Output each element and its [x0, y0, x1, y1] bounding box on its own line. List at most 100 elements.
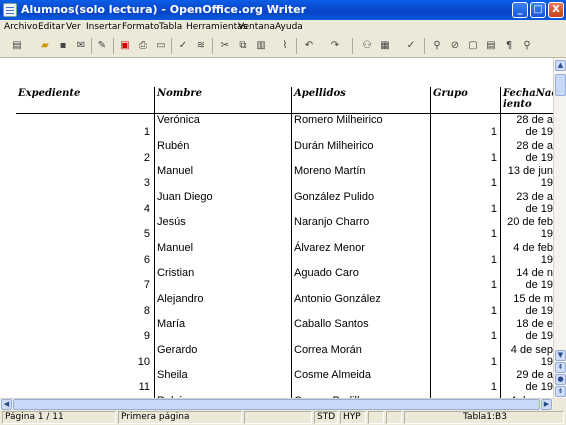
cell-expediente[interactable]: 5	[130, 228, 150, 241]
edit-doc-icon[interactable]: ✎	[95, 39, 109, 53]
cell-fecha-line2[interactable]: de 19	[505, 126, 553, 139]
cell-grupo[interactable]: 1	[477, 330, 497, 343]
scroll-right-button[interactable]: ▶	[541, 399, 552, 410]
cell-apellidos[interactable]: Durán Milheirico	[294, 140, 373, 153]
print-icon[interactable]: ⎙	[136, 39, 150, 53]
cell-expediente[interactable]: 7	[130, 279, 150, 292]
cell-nombre[interactable]: Manuel	[157, 242, 193, 255]
writer-app-icon[interactable]	[3, 3, 17, 17]
cell-apellidos[interactable]: Cosme Almeida	[294, 369, 371, 382]
document-area[interactable]: Expediente Nombre Apellidos Grupo FechaN…	[0, 58, 553, 398]
cell-fecha-line2[interactable]: de 19	[505, 152, 553, 165]
undo-icon[interactable]: ↶	[302, 39, 316, 53]
cell-grupo[interactable]: 1	[477, 228, 497, 241]
cell-grupo[interactable]: 1	[477, 152, 497, 165]
paste-icon[interactable]: ▥	[254, 39, 268, 53]
cell-grupo[interactable]: 1	[477, 203, 497, 216]
cell-nombre[interactable]: Manuel	[157, 165, 193, 178]
status-page[interactable]: Página 1 / 11	[2, 411, 116, 424]
cell-apellidos[interactable]: Álvarez Menor	[294, 242, 365, 255]
next-page-button[interactable]: ⇟	[555, 386, 566, 397]
gallery-icon[interactable]: ▢	[466, 39, 480, 53]
table-icon[interactable]: ▦	[378, 39, 392, 53]
datasource-icon[interactable]: ▤	[484, 39, 498, 53]
cell-fecha-line2[interactable]: de 19	[505, 279, 553, 292]
cell-nombre[interactable]: Rubén	[157, 140, 189, 153]
spellcheck-icon[interactable]: ✓	[176, 39, 190, 53]
save-icon[interactable]: ▪	[56, 39, 70, 53]
cell-expediente[interactable]: 2	[130, 152, 150, 165]
menu-tabla[interactable]: Tabla	[159, 22, 182, 32]
cell-fecha-line2[interactable]: de 19	[505, 305, 553, 318]
cell-apellidos[interactable]: Romero Milheirico	[294, 114, 383, 127]
cell-fecha-line2[interactable]: de 19	[505, 381, 553, 394]
navigation-button[interactable]: ●	[555, 374, 566, 385]
menu-formato[interactable]: Formato	[122, 22, 159, 32]
navigator-icon[interactable]: ⊘	[448, 39, 462, 53]
cell-fecha-line2[interactable]: 19	[505, 177, 553, 190]
draw-icon[interactable]: ✓	[404, 39, 418, 53]
horizontal-scrollbar[interactable]: ◀ ▶	[0, 398, 553, 410]
cell-fecha-line2[interactable]: 19	[505, 228, 553, 241]
new-doc-icon[interactable]: ▤	[10, 39, 24, 53]
cell-grupo[interactable]: 1	[477, 254, 497, 267]
status-page-style[interactable]: Primera página	[118, 411, 242, 424]
menu-archivo[interactable]: Archivo	[4, 22, 38, 32]
cell-grupo[interactable]: 1	[477, 126, 497, 139]
previous-page-button[interactable]: ⇞	[555, 362, 566, 373]
cell-grupo[interactable]: 1	[477, 356, 497, 369]
scroll-left-button[interactable]: ◀	[1, 399, 12, 410]
cell-grupo[interactable]: 1	[477, 279, 497, 292]
cell-expediente[interactable]: 4	[130, 203, 150, 216]
maximize-button[interactable]: □	[530, 2, 546, 18]
cell-nombre[interactable]: Verónica	[157, 114, 200, 127]
cell-grupo[interactable]: 1	[477, 305, 497, 318]
menu-editar[interactable]: Editar	[38, 22, 65, 32]
autospell-icon[interactable]: ≋	[194, 39, 208, 53]
status-zoom[interactable]	[244, 411, 312, 424]
cell-apellidos[interactable]: Antonio González	[294, 293, 381, 306]
cell-nombre[interactable]: Juan Diego	[157, 191, 213, 204]
nonprinting-chars-icon[interactable]: ¶	[502, 39, 516, 53]
cell-nombre[interactable]: Sheila	[157, 369, 188, 382]
cell-expediente[interactable]: 3	[130, 177, 150, 190]
hyperlink-icon[interactable]: ⚇	[360, 39, 374, 53]
cell-fecha-line2[interactable]: 19	[505, 254, 553, 267]
menu-ayuda[interactable]: Ayuda	[275, 22, 303, 32]
cell-expediente[interactable]: 1	[130, 126, 150, 139]
cell-fecha-line2[interactable]: 19	[505, 356, 553, 369]
pdf-icon[interactable]: ▣	[118, 39, 132, 53]
cell-expediente[interactable]: 8	[130, 305, 150, 318]
email-icon[interactable]: ✉	[74, 39, 88, 53]
scroll-down-button[interactable]: ▼	[555, 350, 566, 361]
copy-icon[interactable]: ⧉	[236, 39, 250, 53]
find-icon[interactable]: ⚲	[430, 39, 444, 53]
cell-nombre[interactable]: Gerardo	[157, 344, 197, 357]
status-mode-hyp[interactable]: HYP	[340, 411, 366, 424]
cell-apellidos[interactable]: Naranjo Charro	[294, 216, 369, 229]
cell-apellidos[interactable]: Correa Morán	[294, 344, 362, 357]
cell-apellidos[interactable]: Aguado Caro	[294, 267, 359, 280]
menu-ver[interactable]: Ver	[66, 22, 81, 32]
cell-expediente[interactable]: 9	[130, 330, 150, 343]
cell-apellidos[interactable]: González Pulido	[294, 191, 374, 204]
cell-fecha-line2[interactable]: de 19	[505, 203, 553, 216]
cell-expediente[interactable]: 11	[130, 381, 150, 394]
menu-ventana[interactable]: Ventana	[238, 22, 275, 32]
cell-expediente[interactable]: 6	[130, 254, 150, 267]
horizontal-scroll-thumb[interactable]	[13, 399, 540, 410]
zoom-icon[interactable]: ⚲	[520, 39, 534, 53]
cell-nombre[interactable]: Cristian	[157, 267, 194, 280]
vertical-scroll-thumb[interactable]	[555, 74, 566, 96]
cell-nombre[interactable]: María	[157, 318, 185, 331]
cell-apellidos[interactable]: Moreno Martín	[294, 165, 366, 178]
cut-icon[interactable]: ✂	[218, 39, 232, 53]
cell-nombre[interactable]: Jesús	[157, 216, 186, 229]
cell-grupo[interactable]: 1	[477, 177, 497, 190]
menu-insertar[interactable]: Insertar	[86, 22, 121, 32]
minimize-button[interactable]: _	[512, 2, 528, 18]
cell-fecha-line2[interactable]: de 19	[505, 330, 553, 343]
cell-expediente[interactable]: 10	[130, 356, 150, 369]
format-paintbrush-icon[interactable]: ⌇	[278, 39, 292, 53]
close-button[interactable]: X	[548, 2, 564, 18]
